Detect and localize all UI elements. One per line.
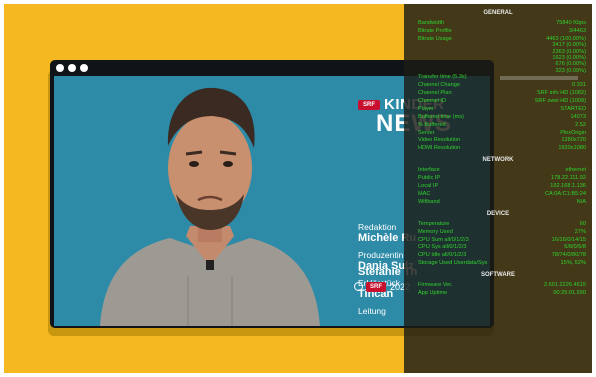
stats-value: SRF info HD (1082): [536, 90, 586, 96]
stats-value: 14073: [570, 113, 586, 120]
stats-key: % Buffered: [418, 121, 446, 128]
stats-row: Memory Used 27%: [418, 228, 586, 237]
stats-row: Buffered time (ms) 14073: [418, 113, 586, 122]
stats-value: 75840 Kbps: [556, 20, 586, 26]
stats-row: Local IP 192.168.1.136: [418, 183, 586, 191]
stats-key: Firmware Ver.: [418, 282, 453, 289]
copyright-icon: [354, 282, 363, 291]
window-dot-icon[interactable]: [56, 64, 64, 72]
stats-key: Local IP: [418, 183, 439, 189]
stats-value: PlexOrigin: [560, 129, 586, 136]
stats-row: Channel ID SRF zwei HD (1009): [418, 97, 586, 106]
stats-key: Interface: [418, 167, 440, 174]
stats-key: Channel Plan: [418, 90, 452, 96]
stats-key: Bandwidth: [418, 20, 445, 26]
stats-value: 2.52: [575, 121, 586, 128]
stats-value: 60: [579, 220, 586, 227]
stats-key: CPU Sys all/0/1/2/3: [418, 244, 467, 251]
stats-row: HDMI Resolution 1920x1080: [418, 146, 586, 153]
stats-value: 323 (0.00%): [555, 67, 586, 74]
stats-key: Public IP: [418, 175, 441, 182]
stats-value: 6/8/0/5/8: [564, 244, 586, 251]
stats-row: Bandwidth 75840 Kbps: [418, 20, 586, 28]
stats-row: App Uptime 00:25:01.590: [418, 290, 586, 298]
stats-key: MAC: [418, 190, 431, 197]
stats-row: Wifiband N/A: [418, 198, 586, 207]
stats-key: Channel ID: [418, 97, 446, 104]
stats-value: STARTED: [560, 105, 586, 112]
stats-key: CPU Idle all/0/1/2/3: [418, 252, 467, 259]
stats-key: Transfer time (5.3s): [418, 74, 467, 81]
stats-key: Memory Used: [418, 228, 453, 235]
stats-key: HDMI Resolution: [418, 145, 461, 152]
stats-value: N/A: [576, 198, 586, 205]
stats-key: App Uptime: [418, 290, 448, 296]
window-dot-icon[interactable]: [68, 64, 76, 72]
stats-key: Temperature: [418, 220, 450, 227]
window-dot-icon[interactable]: [80, 64, 88, 72]
srf-logo: SRF: [358, 100, 380, 110]
stats-row: % Buffered 2.52: [418, 121, 586, 130]
stats-key: Wifiband: [418, 198, 440, 205]
stats-overlay-panel: GENERAL Bandwidth 75840 Kbps Bitrate Profil…: [404, 4, 592, 373]
stats-section-title: SOFTWARE: [481, 272, 515, 279]
stats-key: Video Resolution: [418, 137, 461, 144]
credit-label: Leitung: [358, 306, 386, 316]
credit-label: Redaktion: [358, 222, 397, 232]
stats-value: 00:25:01.590: [553, 290, 586, 296]
stats-key: Server: [418, 129, 435, 136]
stats-key: Player: [418, 105, 434, 112]
stats-row: Temperature 60: [418, 220, 586, 229]
transfer-progress-bar: [500, 76, 578, 81]
stats-key: Bitrate Usage: [418, 35, 452, 42]
stats-value: 78/74/0/80/78: [551, 252, 586, 259]
stats-value: 3/4463: [568, 27, 586, 34]
stats-row: Storage Used Userdata/Sys 15%, 52%: [418, 261, 586, 268]
stats-value: 1920x1080: [558, 145, 586, 152]
stats-key: Buffered time (ms): [418, 113, 464, 120]
stats-section-title: GENERAL: [483, 10, 513, 16]
stats-value: 3417 (0.00%): [552, 42, 586, 49]
footer-srf-logo: SRF: [366, 282, 386, 292]
stats-value: SRF zwei HD (1009): [534, 97, 586, 104]
stats-value: 27%: [574, 228, 586, 235]
stats-value: ethernet: [565, 167, 586, 174]
stats-row: Player STARTED: [418, 105, 586, 114]
stats-row: Channel Plan SRF info HD (1082): [418, 90, 586, 98]
credit-label: Produzentin: [358, 250, 404, 260]
stats-section-title: DEVICE: [486, 210, 510, 217]
stats-value: 1280x720: [561, 137, 586, 144]
stats-value: 0.331: [572, 82, 586, 89]
stats-value: 15%, 52%: [560, 260, 587, 267]
stats-value: 2.601.2226.4615: [544, 282, 586, 289]
stats-key: Storage Used Userdata/Sys: [418, 260, 488, 267]
stats-key: CPU Sum all/0/1/2/3: [418, 236, 469, 243]
stats-section-title: NETWORK: [482, 157, 514, 164]
stats-row: Bitrate Profile 3/4463: [418, 27, 586, 36]
stats-value: 16/16/0/14/15: [551, 236, 586, 243]
stats-key: Bitrate Profile: [418, 27, 452, 34]
stats-value: CA:0A:C1:B5:24: [544, 190, 586, 197]
stats-value: 192.168.1.136: [550, 183, 586, 189]
stats-value: 178.22.111.92: [551, 175, 586, 182]
presenter-image: [100, 87, 320, 326]
stats-row: MAC CA:0A:C1:B5:24: [418, 190, 586, 199]
stats-key: Channel Change: [418, 82, 460, 89]
